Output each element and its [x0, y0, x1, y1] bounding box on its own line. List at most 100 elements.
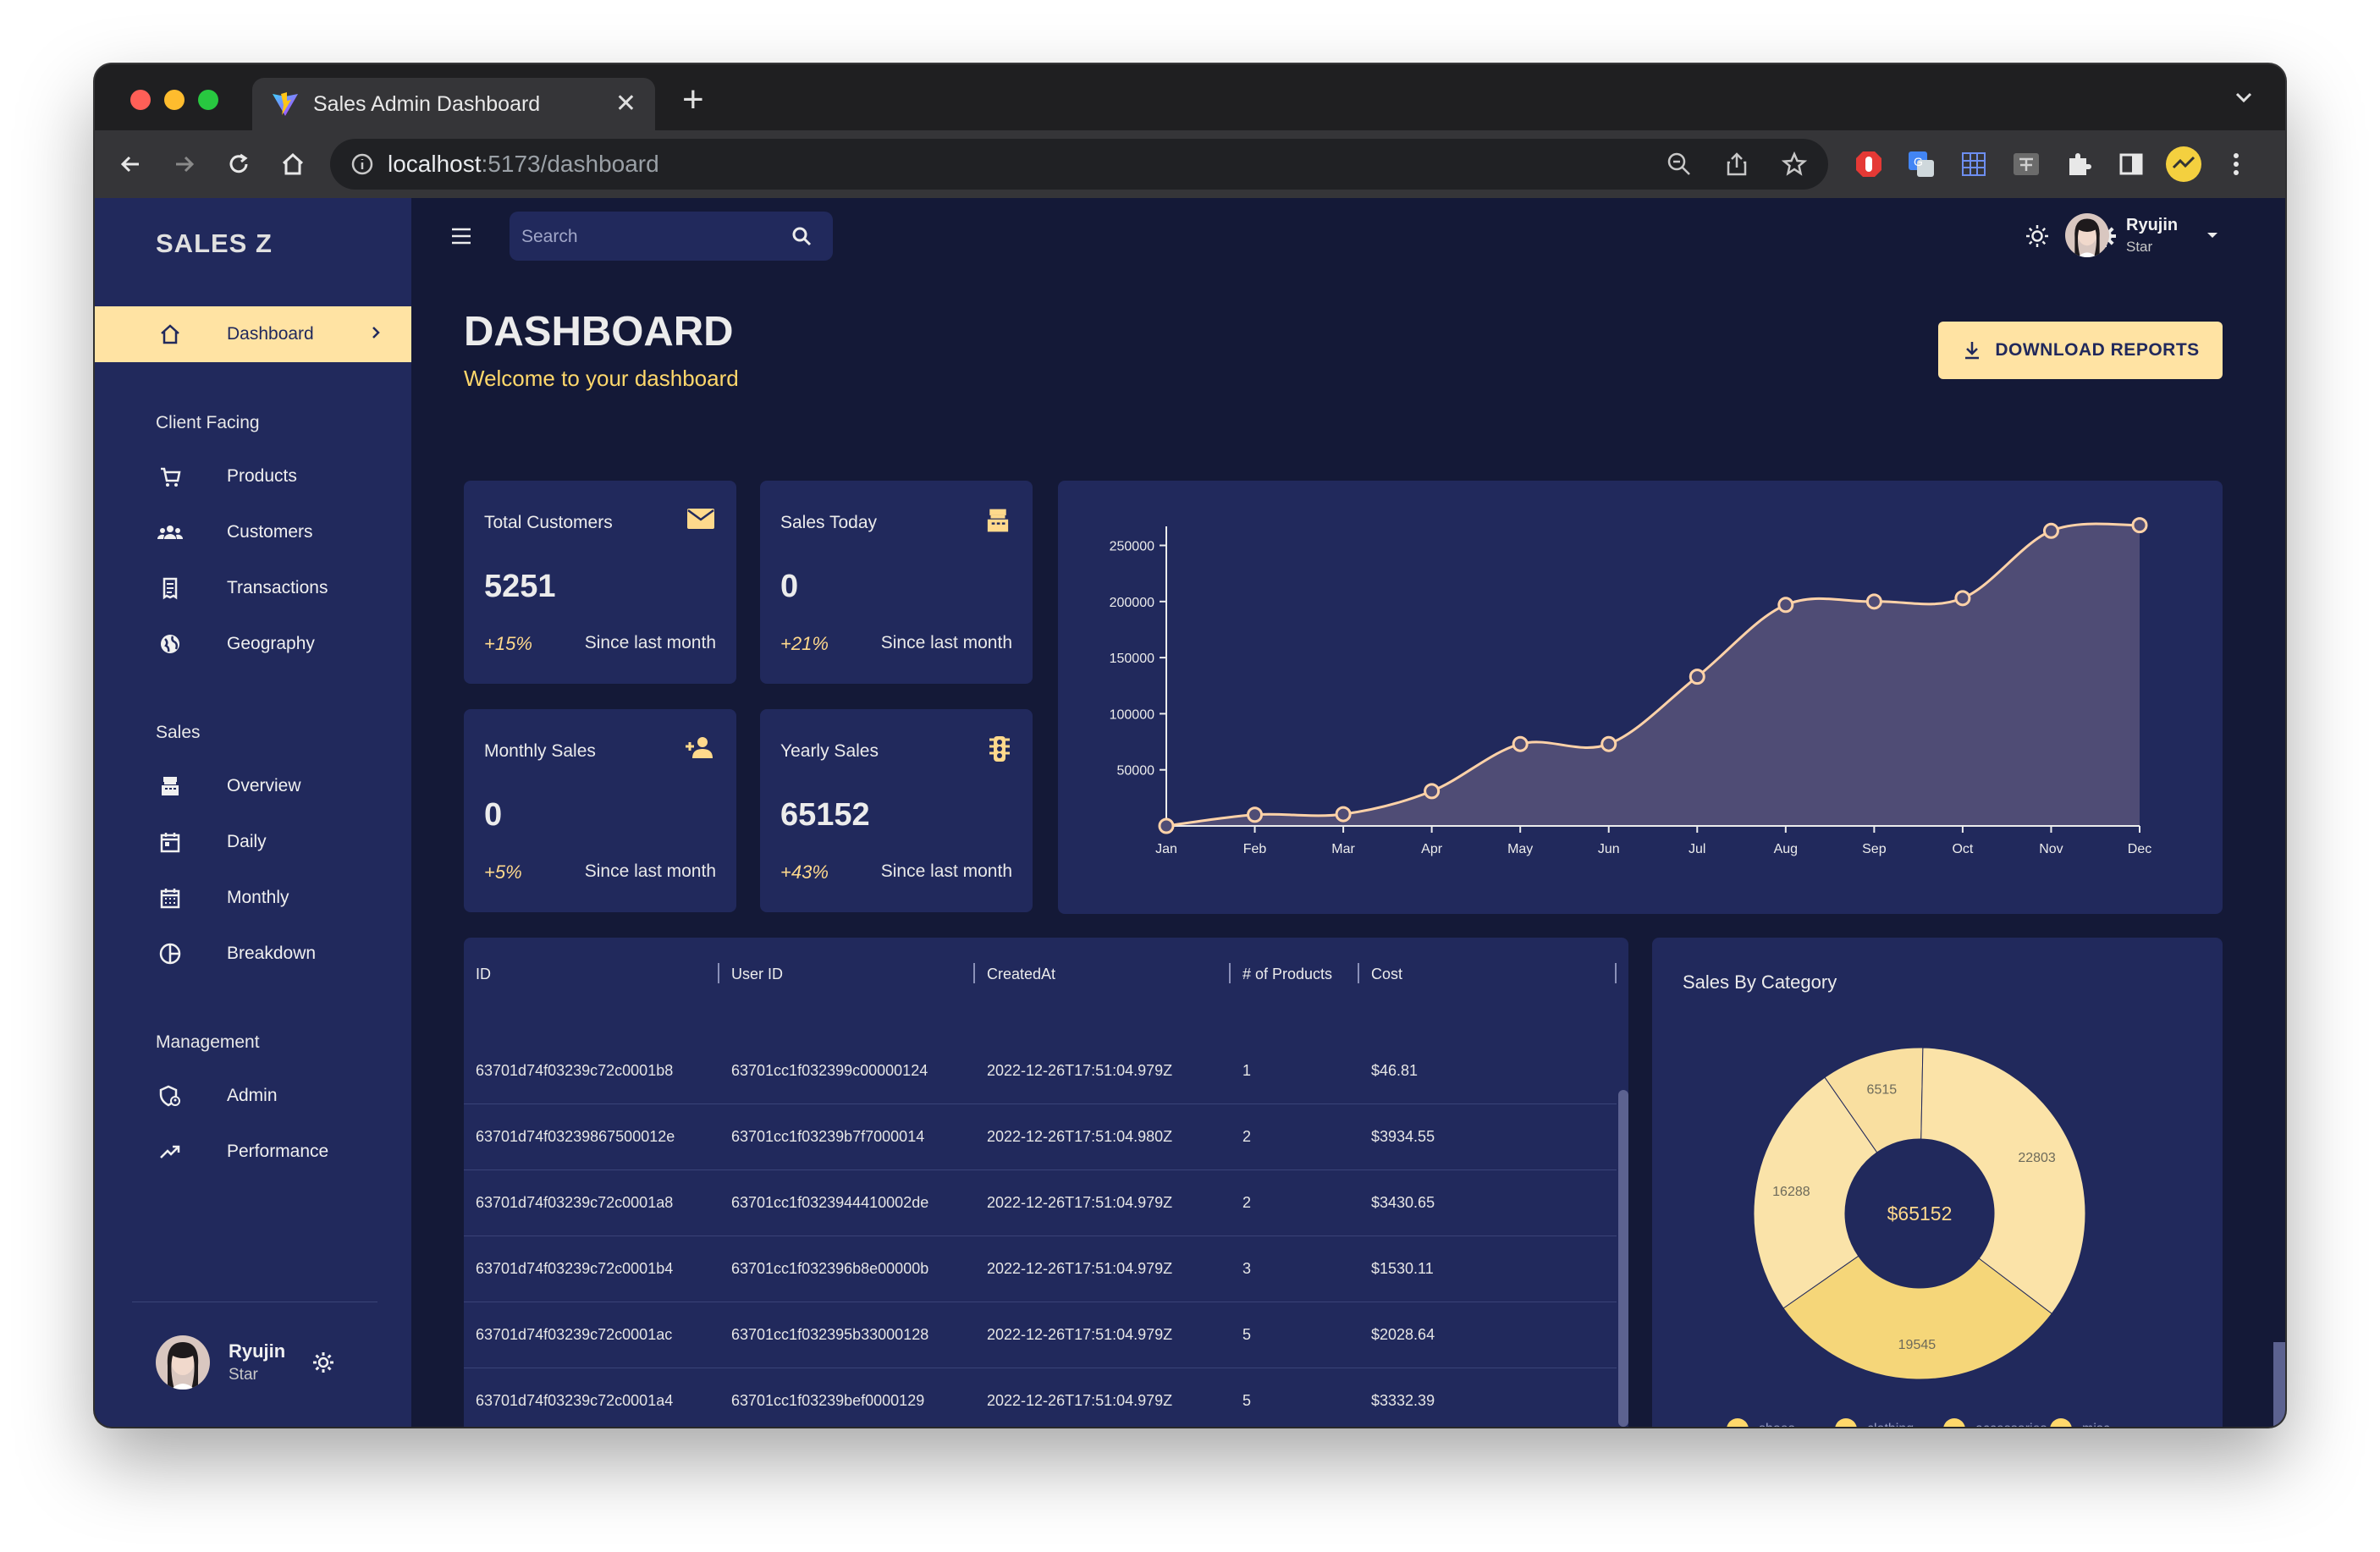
sidebar-item-admin[interactable]: Admin: [95, 1068, 411, 1124]
data-point[interactable]: [1512, 735, 1529, 752]
data-point[interactable]: [1335, 806, 1352, 823]
dictionary-extension-icon[interactable]: [1955, 146, 1992, 183]
table-cell: 63701d74f03239c72c0001a8: [476, 1193, 674, 1211]
column-separator[interactable]: [1229, 963, 1231, 983]
reload-icon[interactable]: [222, 147, 256, 181]
browser-tab[interactable]: Sales Admin Dashboard ✕: [252, 78, 655, 130]
stat-card-monthly-sales: Monthly Sales 0 +5% Since last month: [464, 709, 736, 912]
column-separator[interactable]: [1615, 963, 1617, 983]
extensions-puzzle-icon[interactable]: [2060, 146, 2097, 183]
legend-item-clothing[interactable]: clothing: [1835, 1418, 1914, 1427]
column-header[interactable]: CreatedAt: [987, 938, 1055, 1010]
app-viewport: SALES Z Dashboard Client Facing Products…: [95, 198, 2285, 1427]
side-panel-icon[interactable]: [2113, 146, 2150, 183]
table-row[interactable]: 63701d74f03239867500012e 63701cc1f03239b7…: [464, 1103, 1617, 1170]
topbar-user-menu[interactable]: Ryujin Star: [2065, 213, 2222, 257]
back-icon[interactable]: [113, 147, 147, 181]
profile-extension-icon[interactable]: [2165, 146, 2202, 183]
home-page-icon[interactable]: [276, 147, 310, 181]
maximize-window-button[interactable]: [198, 90, 218, 110]
stat-value: 0: [484, 797, 503, 833]
column-separator[interactable]: [718, 963, 719, 983]
search-box: [510, 212, 833, 262]
url-text: localhost:5173/dashboard: [388, 151, 659, 177]
data-point[interactable]: [1158, 817, 1175, 834]
site-info-icon[interactable]: [350, 152, 374, 176]
sidebar-item-label: Customers: [227, 522, 313, 542]
column-header[interactable]: # of Products: [1242, 938, 1332, 1010]
bookmark-star-icon[interactable]: [1781, 151, 1808, 178]
sidebar: SALES Z Dashboard Client Facing Products…: [95, 198, 411, 1427]
table-cell: 2022-12-26T17:51:04.979Z: [987, 1193, 1173, 1211]
menu-icon[interactable]: [450, 227, 472, 245]
x-tick-label: Feb: [1243, 842, 1267, 856]
legend-item-misc[interactable]: misc: [2050, 1418, 2110, 1427]
data-point[interactable]: [1865, 593, 1882, 610]
table-cell: 63701d74f03239c72c0001b4: [476, 1259, 674, 1277]
table-scrollbar[interactable]: [1618, 1090, 1628, 1427]
sidebar-item-customers[interactable]: Customers: [95, 504, 411, 560]
sidebar-item-daily[interactable]: Daily: [95, 814, 411, 870]
column-header[interactable]: Cost: [1371, 938, 1402, 1010]
table-row[interactable]: 63701d74f03239c72c0001a8 63701cc1f0323944…: [464, 1170, 1617, 1236]
table-row[interactable]: 63701d74f03239c72c0001b4 63701cc1f032396b…: [464, 1236, 1617, 1302]
data-point[interactable]: [1424, 783, 1441, 800]
translate-extension-icon[interactable]: G: [1903, 146, 1940, 183]
text-extension-icon[interactable]: [2008, 146, 2045, 183]
sales-line-chart: 50000 100000 150000 200000 250000 Jan Feb Mar Ap…: [1110, 517, 2151, 856]
stat-increase: +43%: [780, 861, 829, 883]
donut-slice-clothing[interactable]: [1920, 1047, 2086, 1315]
data-point[interactable]: [2131, 517, 2148, 534]
light-mode-icon[interactable]: [2025, 223, 2050, 249]
column-separator[interactable]: [1358, 963, 1359, 983]
browser-menu-icon[interactable]: [2217, 146, 2255, 183]
tab-list-chevron-icon[interactable]: [2233, 86, 2255, 108]
new-tab-icon[interactable]: +: [682, 81, 704, 118]
search-input[interactable]: [520, 212, 777, 262]
share-icon[interactable]: [1723, 151, 1750, 178]
address-bar[interactable]: localhost:5173/dashboard: [330, 139, 1828, 190]
data-point[interactable]: [1247, 806, 1264, 823]
legend-item-accessories[interactable]: accessories: [1943, 1418, 2047, 1427]
sidebar-item-breakdown[interactable]: Breakdown: [95, 926, 411, 982]
sidebar-item-geography[interactable]: Geography: [95, 616, 411, 672]
page-subtitle: Welcome to your dashboard: [464, 366, 739, 391]
data-point[interactable]: [2042, 522, 2059, 539]
column-header[interactable]: User ID: [731, 938, 783, 1010]
area-fill: [1166, 523, 2140, 826]
minimize-window-button[interactable]: [164, 90, 185, 110]
stat-increase: +21%: [780, 633, 829, 654]
forward-icon[interactable]: [168, 147, 201, 181]
x-tick-label: Oct: [1952, 842, 1973, 856]
table-cell: 63701cc1f032399c00000124: [731, 1061, 928, 1079]
search-icon[interactable]: [791, 225, 813, 247]
data-point[interactable]: [1954, 590, 1971, 607]
column-separator[interactable]: [973, 963, 975, 983]
stat-description: Since last month: [584, 861, 716, 881]
sidebar-item-transactions[interactable]: Transactions: [95, 560, 411, 616]
sidebar-item-products[interactable]: Products: [95, 449, 411, 504]
data-point[interactable]: [1600, 735, 1617, 752]
table-cell: 2022-12-26T17:51:04.979Z: [987, 1325, 1173, 1343]
table-row[interactable]: 63701d74f03239c72c0001a4 63701cc1f03239be…: [464, 1368, 1617, 1427]
tab-close-icon[interactable]: ✕: [615, 91, 636, 117]
sidebar-item-overview[interactable]: Overview: [95, 758, 411, 814]
sidebar-item-monthly[interactable]: Monthly: [95, 870, 411, 926]
page-scrollbar[interactable]: [2273, 1342, 2285, 1427]
gear-icon[interactable]: [311, 1350, 336, 1375]
sidebar-item-dashboard[interactable]: Dashboard: [95, 306, 411, 362]
data-point[interactable]: [1777, 597, 1794, 614]
download-reports-button[interactable]: DOWNLOAD REPORTS: [1938, 322, 2223, 379]
legend-item-shoes[interactable]: shoes: [1727, 1418, 1795, 1427]
close-window-button[interactable]: [130, 90, 151, 110]
column-header[interactable]: ID: [476, 938, 491, 1010]
data-point[interactable]: [1689, 669, 1705, 685]
y-tick-label: 100000: [1110, 707, 1154, 722]
zoom-out-icon[interactable]: [1666, 151, 1693, 178]
table-row[interactable]: 63701d74f03239c72c0001ac 63701cc1f032395b…: [464, 1302, 1617, 1368]
sidebar-user-profile[interactable]: Ryujin Star: [156, 1335, 336, 1390]
stat-description: Since last month: [880, 861, 1012, 881]
adblock-extension-icon[interactable]: [1850, 146, 1887, 183]
table-row[interactable]: 63701d74f03239c72c0001b8 63701cc1f032399c…: [464, 1037, 1617, 1104]
sidebar-item-performance[interactable]: Performance: [95, 1124, 411, 1180]
